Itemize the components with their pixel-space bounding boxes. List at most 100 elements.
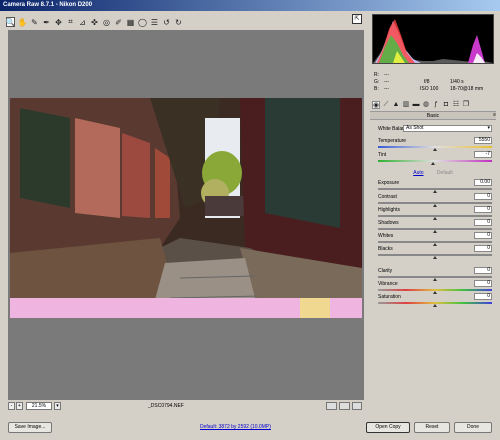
contrast-slider-thumb[interactable]: [433, 204, 437, 207]
histogram: [372, 14, 494, 64]
r-label: R:: [374, 72, 379, 78]
workflow-options-link[interactable]: Default: 3872 by 2592 (10.0MP): [200, 424, 271, 430]
color-sampler-tool-icon[interactable]: ✒: [42, 17, 51, 27]
exposure-slider-thumb[interactable]: [433, 190, 437, 193]
highlights-value-field[interactable]: 0: [474, 206, 492, 213]
straighten-tool-icon[interactable]: ⊿: [78, 17, 87, 27]
zoom-level-field[interactable]: 21.5%: [26, 402, 52, 410]
b-label: B:: [374, 86, 379, 92]
red-eye-tool-icon[interactable]: ◎: [102, 17, 111, 27]
fullscreen-toggle-icon[interactable]: ⇱: [352, 14, 362, 24]
status-bar: - + 21.5% ▾ _DSC0794.NEF: [8, 402, 364, 412]
toolbar: 🔍 ✋ ✎ ✒ ✥ ⌗ ⊿ ✜ ◎ ✐ ▦ ◯ ☰ ↺ ↻: [4, 14, 366, 30]
basic-tab-icon[interactable]: ◉: [372, 101, 380, 109]
clarity-label: Clarity: [378, 268, 393, 274]
saturation-value-field[interactable]: 0: [474, 293, 492, 300]
chevron-down-icon: ▾: [487, 125, 490, 131]
temperature-slider-thumb[interactable]: [433, 148, 437, 151]
temperature-label: Temperature: [378, 138, 407, 144]
lens-corrections-tab-icon[interactable]: ◍: [422, 101, 430, 109]
blacks-value-field[interactable]: 0: [474, 245, 492, 252]
auto-link[interactable]: Auto: [413, 170, 423, 176]
image-info-readout: R: --- G: --- B: --- f/8 1/40 s ISO 100 …: [372, 66, 494, 98]
panel-tabs: ◉ ⟋ ▲ ▥ ▬ ◍ ƒ ◘ ☷ ❐: [370, 100, 496, 110]
saturation-slider-thumb[interactable]: [433, 304, 437, 307]
iso-value: ISO 100: [420, 86, 439, 92]
white-balance-select[interactable]: As Shot ▾: [403, 125, 492, 132]
panel-menu-icon[interactable]: ≡: [493, 112, 496, 118]
exposure-label: Exposure: [378, 180, 400, 186]
effects-tab-icon[interactable]: ƒ: [432, 101, 440, 109]
shadows-label: Shadows: [378, 220, 399, 226]
adjustment-panel: R: --- G: --- B: --- f/8 1/40 s ISO 100 …: [368, 14, 498, 418]
preview-toggle-icon[interactable]: [352, 402, 362, 410]
contrast-label: Contrast: [378, 194, 397, 200]
hand-tool-icon[interactable]: ✋: [18, 17, 28, 27]
swap-settings-icon[interactable]: [339, 402, 350, 410]
tint-label: Tint: [378, 152, 387, 158]
lens-value: 18-70@18 mm: [450, 86, 484, 92]
preview-canvas[interactable]: [8, 30, 364, 400]
preview-image: [10, 98, 362, 318]
save-image-button[interactable]: Save Image...: [8, 422, 52, 433]
exposure-value-field[interactable]: 0.00: [474, 179, 492, 186]
filename-label: _DSC0794.NEF: [148, 403, 184, 409]
saturation-label: Saturation: [378, 294, 401, 300]
default-link[interactable]: Default: [437, 170, 453, 176]
clarity-slider-thumb[interactable]: [433, 278, 437, 281]
targeted-adjustment-tool-icon[interactable]: ✥: [54, 17, 63, 27]
rotate-cw-tool-icon[interactable]: ↻: [174, 17, 183, 27]
zoom-tool-icon[interactable]: 🔍: [6, 17, 15, 27]
shutter-value: 1/40 s: [450, 79, 464, 85]
window-title: Camera Raw 8.7.1 - Nikon D200: [0, 0, 500, 11]
reset-button[interactable]: Reset: [414, 422, 450, 433]
spot-removal-tool-icon[interactable]: ✜: [90, 17, 99, 27]
tint-slider-thumb[interactable]: [430, 162, 435, 165]
detail-tab-icon[interactable]: ▲: [392, 101, 400, 109]
rotate-ccw-tool-icon[interactable]: ↺: [162, 17, 171, 27]
shadows-slider-thumb[interactable]: [433, 230, 437, 233]
photo-illustration: [10, 98, 362, 318]
tone-curve-tab-icon[interactable]: ⟋: [382, 101, 390, 109]
blacks-slider-thumb[interactable]: [433, 256, 437, 259]
done-button[interactable]: Done: [454, 422, 492, 433]
before-after-icon[interactable]: [326, 402, 337, 410]
white-balance-value: As Shot: [406, 125, 424, 131]
zoom-in-button[interactable]: +: [16, 402, 23, 410]
vibrance-slider-thumb[interactable]: [433, 291, 437, 294]
r-value: ---: [384, 72, 389, 78]
highlights-slider-thumb[interactable]: [433, 217, 437, 220]
highlights-label: Highlights: [378, 207, 400, 213]
tint-value-field[interactable]: -7: [474, 151, 492, 158]
vibrance-value-field[interactable]: 0: [474, 280, 492, 287]
zoom-menu-button[interactable]: ▾: [54, 402, 61, 410]
shadows-value-field[interactable]: 0: [474, 219, 492, 226]
whites-slider-thumb[interactable]: [433, 243, 437, 246]
graduated-filter-tool-icon[interactable]: ▦: [126, 17, 135, 27]
whites-label: Whites: [378, 233, 394, 239]
clarity-value-field[interactable]: 0: [474, 267, 492, 274]
b-value: ---: [384, 86, 389, 92]
open-copy-button[interactable]: Open Copy: [366, 422, 410, 433]
tint-slider-track[interactable]: [378, 160, 492, 162]
split-toning-tab-icon[interactable]: ▬: [412, 101, 420, 109]
preferences-tool-icon[interactable]: ☰: [150, 17, 159, 27]
whites-value-field[interactable]: 0: [474, 232, 492, 239]
white-balance-tool-icon[interactable]: ✎: [30, 17, 39, 27]
contrast-value-field[interactable]: 0: [474, 193, 492, 200]
presets-tab-icon[interactable]: ☷: [452, 101, 460, 109]
aperture-value: f/8: [424, 79, 430, 85]
bottom-bar: Save Image... Default: 3872 by 2592 (10.…: [0, 420, 500, 440]
snapshots-tab-icon[interactable]: ❐: [462, 101, 470, 109]
zoom-out-button[interactable]: -: [8, 402, 15, 410]
blacks-label: Blacks: [378, 246, 393, 252]
radial-filter-tool-icon[interactable]: ◯: [138, 17, 147, 27]
camera-calibration-tab-icon[interactable]: ◘: [442, 101, 450, 109]
crop-tool-icon[interactable]: ⌗: [66, 17, 75, 27]
basic-section-title: Basic: [370, 111, 496, 120]
vibrance-label: Vibrance: [378, 281, 398, 287]
hsl-tab-icon[interactable]: ▥: [402, 101, 410, 109]
adjustment-brush-tool-icon[interactable]: ✐: [114, 17, 123, 27]
temperature-value-field[interactable]: 5550: [474, 137, 492, 144]
g-label: G:: [374, 79, 380, 85]
